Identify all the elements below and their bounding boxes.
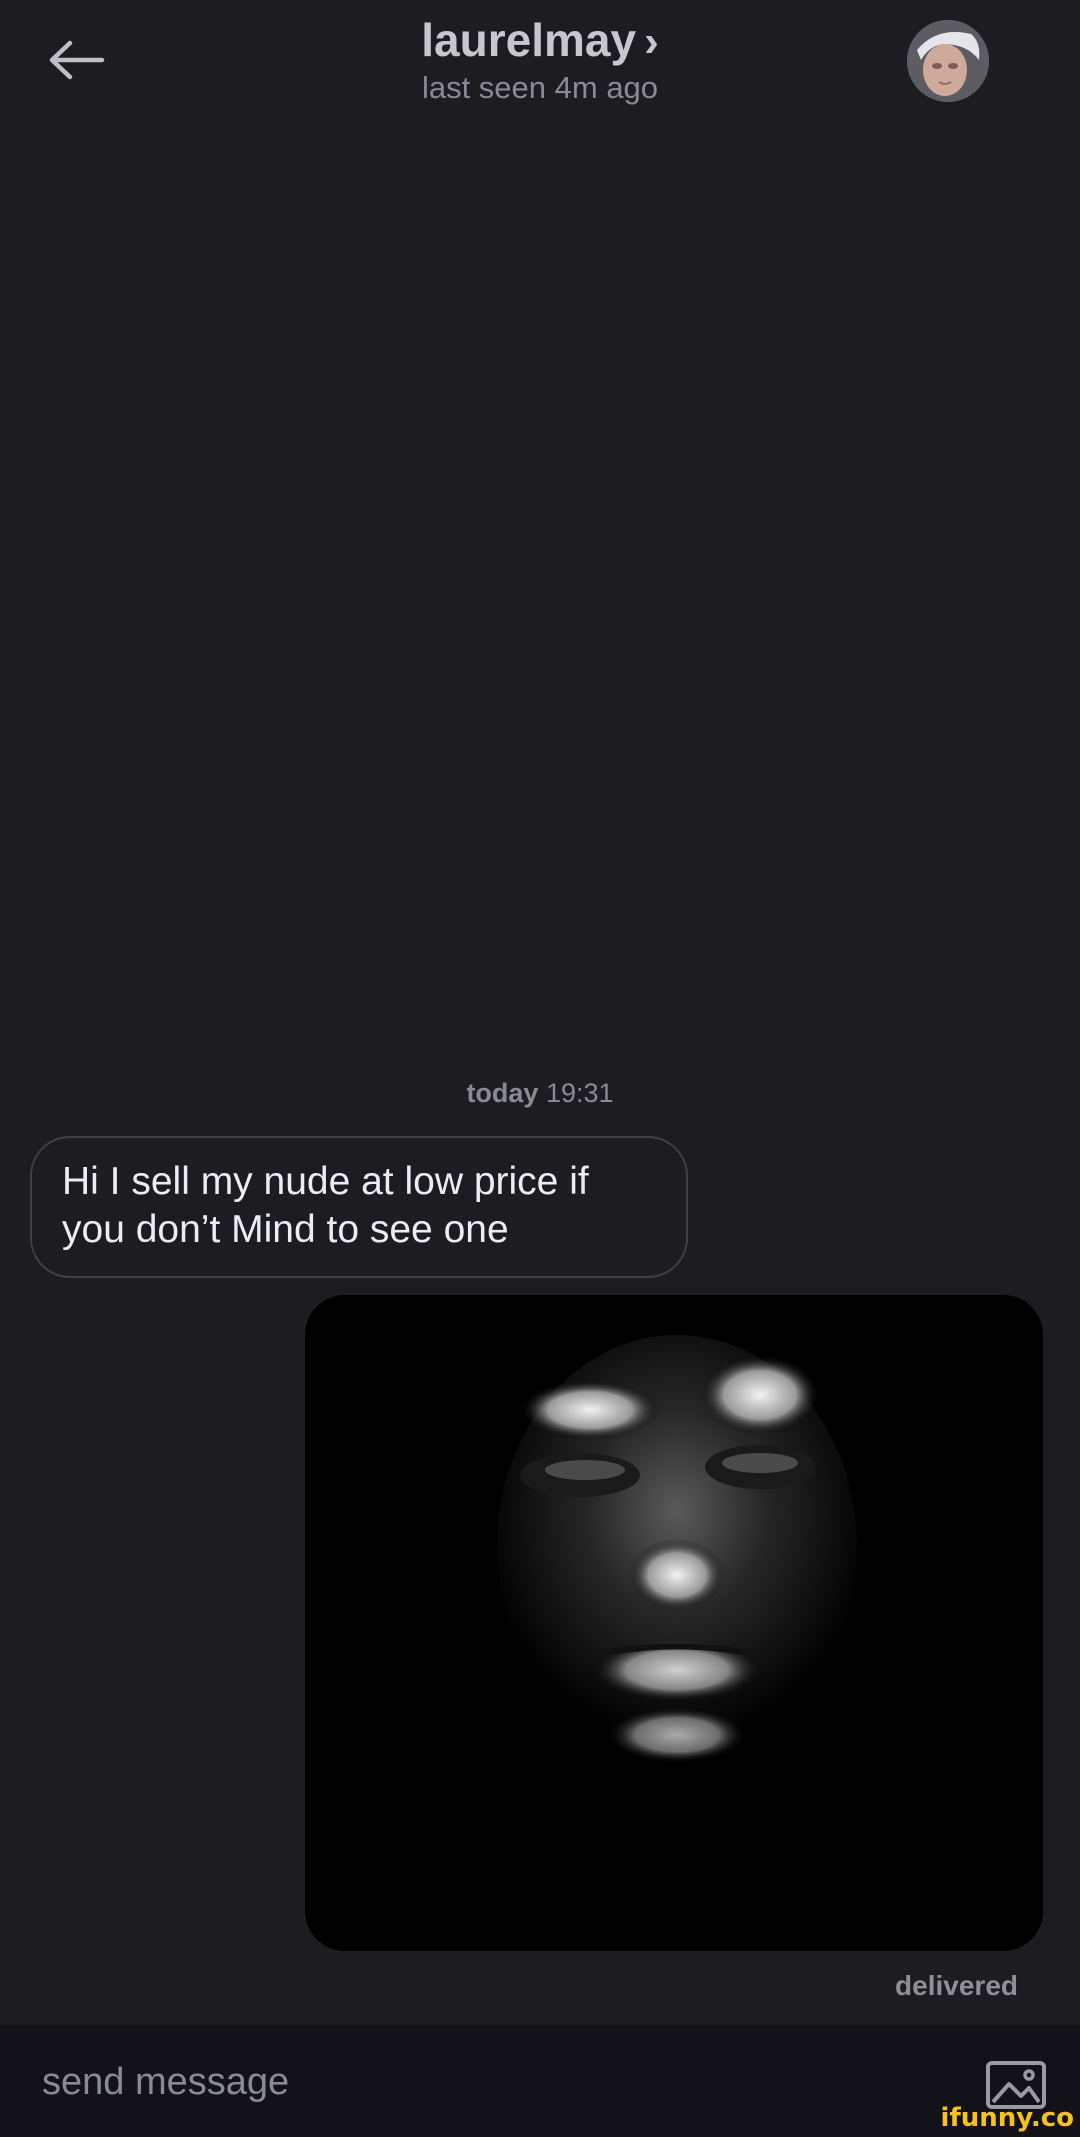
back-button[interactable] — [40, 30, 112, 90]
timestamp-time: 19:31 — [545, 1078, 614, 1108]
message-text: Hi I sell my nude at low price if you do… — [62, 1160, 589, 1251]
arrow-left-icon — [49, 40, 105, 80]
chevron-right-icon: › — [644, 17, 659, 66]
message-input[interactable] — [40, 2053, 944, 2111]
delivery-status: delivered — [895, 1970, 1018, 2001]
message-composer — [0, 2025, 1080, 2137]
face-photo — [305, 1295, 1043, 1951]
chat-header: laurelmay › last seen 4m ago — [0, 0, 1080, 120]
contact-title[interactable]: laurelmay › last seen 4m ago — [290, 10, 790, 106]
contact-name: laurelmay — [421, 14, 637, 66]
message-timestamp: today 19:31 — [0, 1078, 1080, 1109]
incoming-message-bubble[interactable]: Hi I sell my nude at low price if you do… — [30, 1136, 688, 1278]
outgoing-image-message[interactable] — [305, 1295, 1043, 1951]
avatar[interactable] — [907, 20, 989, 102]
last-seen-status: last seen 4m ago — [421, 70, 659, 105]
site-watermark: ifunny.co — [940, 2103, 1074, 2133]
avatar-photo — [907, 20, 989, 102]
timestamp-day: today — [466, 1078, 539, 1108]
